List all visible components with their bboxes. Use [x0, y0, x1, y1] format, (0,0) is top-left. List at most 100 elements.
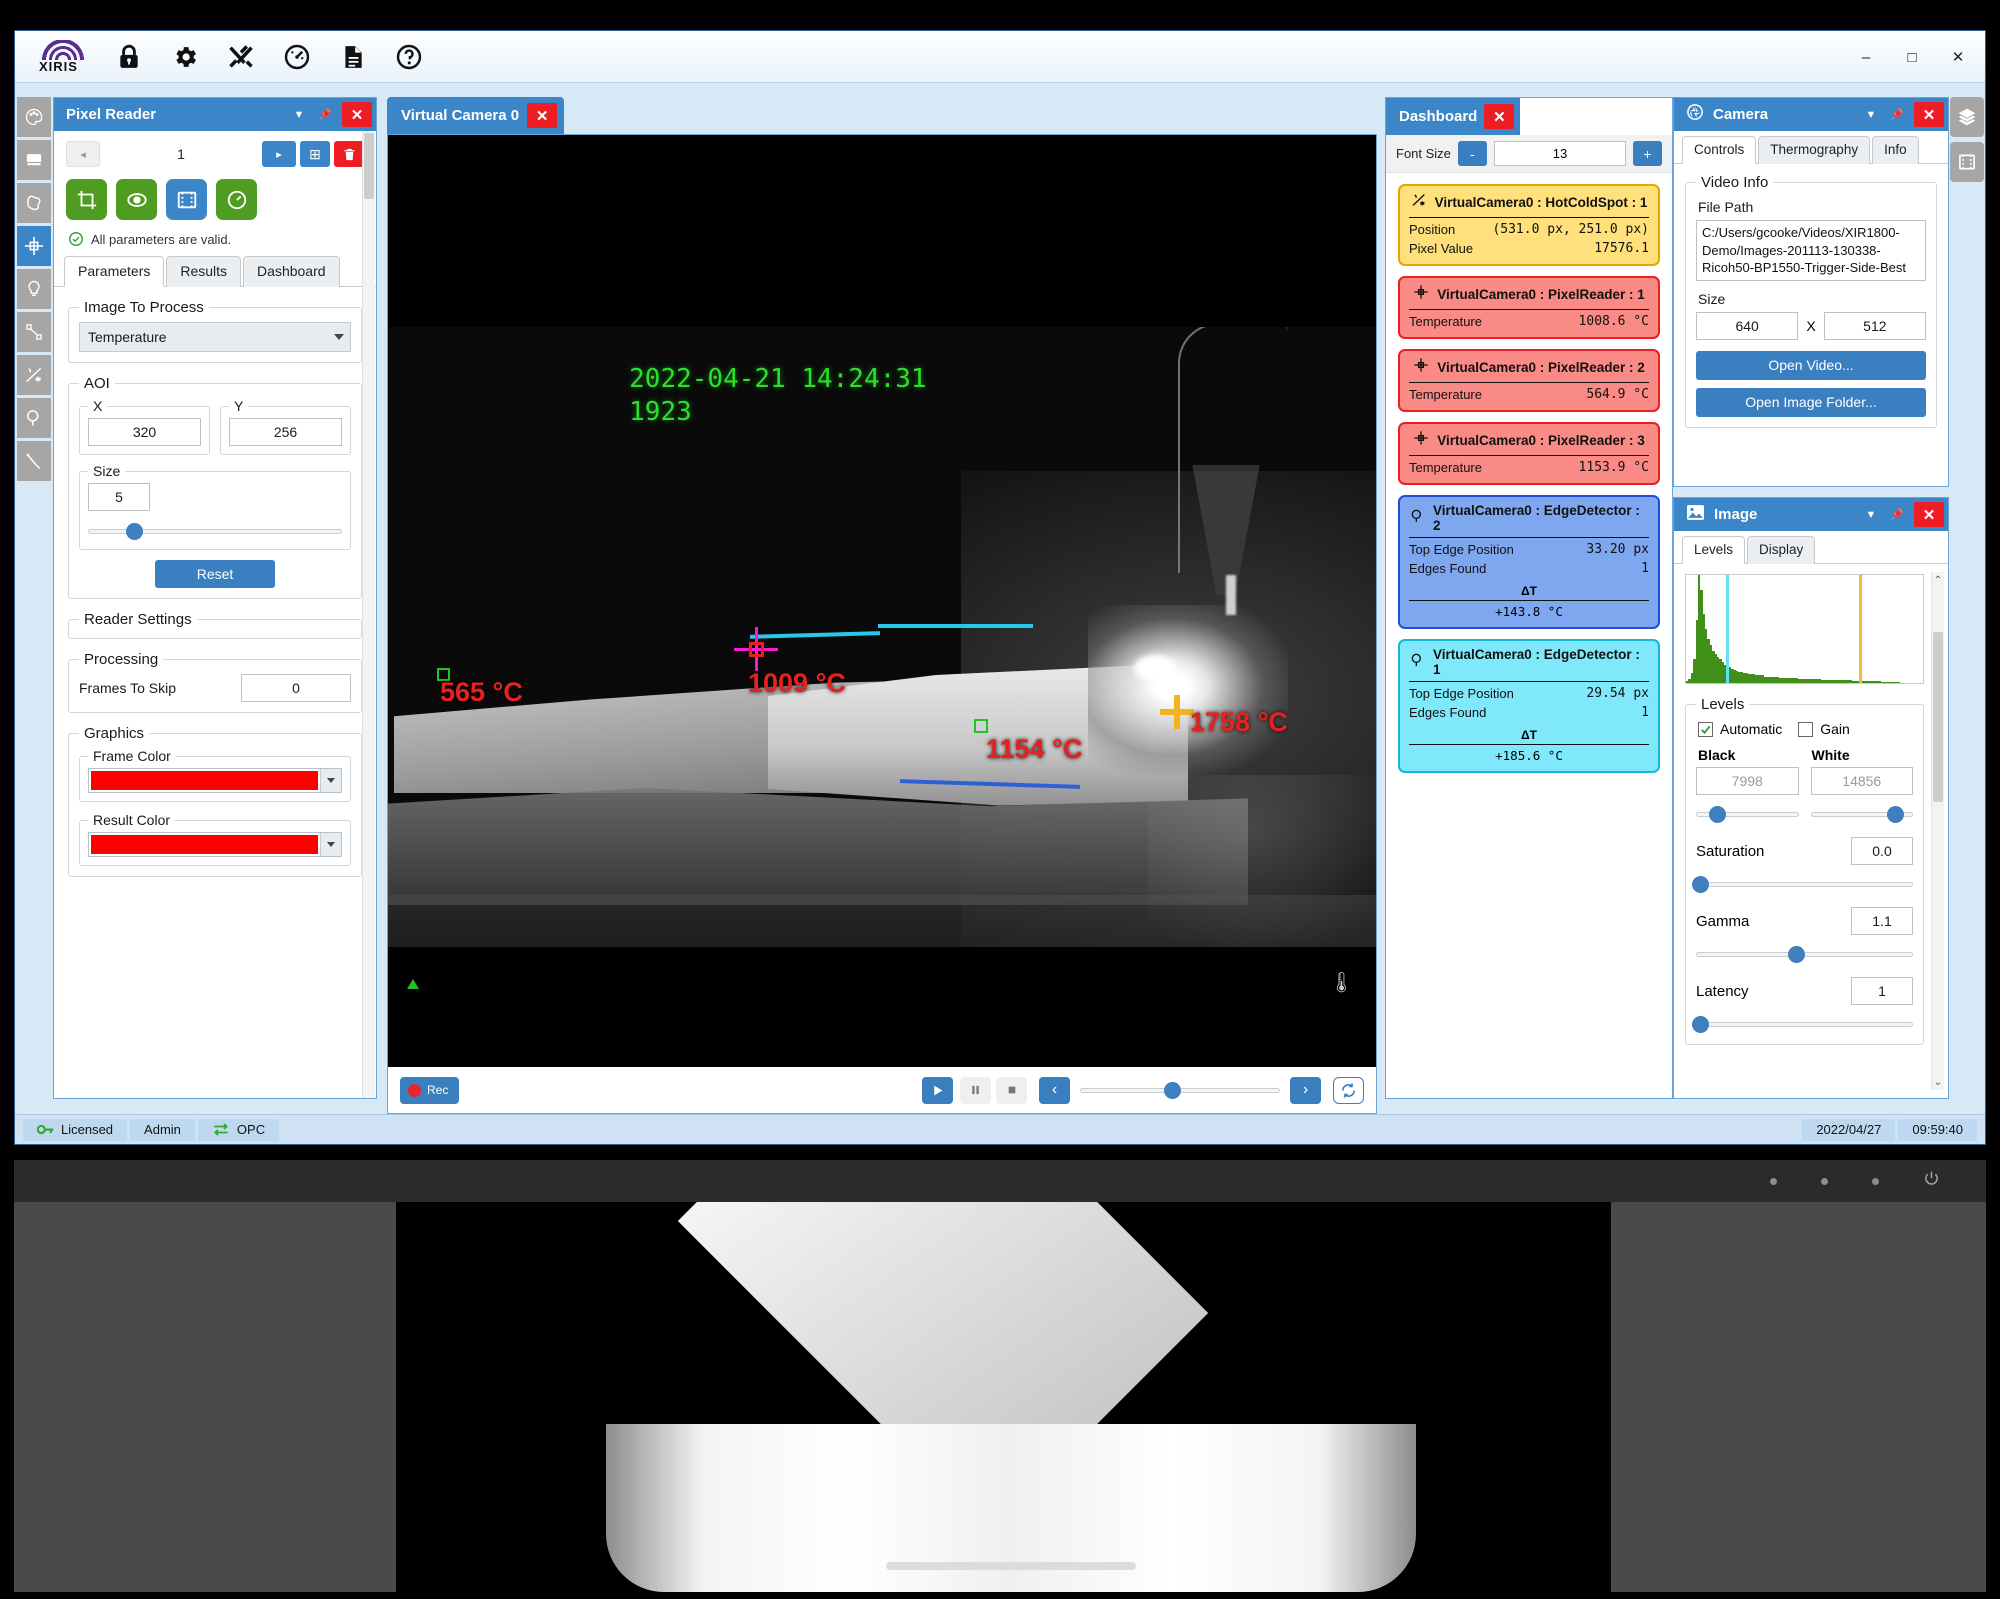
play-button[interactable]: [922, 1076, 953, 1104]
tools-icon[interactable]: [213, 35, 269, 79]
black-input[interactable]: 7998: [1696, 767, 1799, 795]
palette-icon[interactable]: [17, 97, 51, 137]
layers-icon[interactable]: [1950, 97, 1984, 137]
aoi-x-input[interactable]: 320: [88, 418, 201, 446]
pause-button[interactable]: [960, 1076, 991, 1104]
tab-virtual-camera-0[interactable]: Virtual Camera 0 ✕: [387, 97, 565, 134]
status-admin[interactable]: Admin: [130, 1118, 195, 1141]
dashboard-card[interactable]: VirtualCamera0 : PixelReader : 3 Temperat…: [1398, 422, 1660, 485]
measure-icon[interactable]: [17, 312, 51, 352]
power-icon[interactable]: [1923, 1170, 1940, 1192]
gear-icon[interactable]: [157, 35, 213, 79]
dashboard-card[interactable]: VirtualCamera0 : HotColdSpot : 1 Position…: [1398, 184, 1660, 266]
size-height-input[interactable]: 512: [1823, 311, 1926, 340]
aoi-size-input[interactable]: 5: [88, 483, 150, 511]
chevron-down-icon[interactable]: ▼: [1858, 103, 1884, 127]
open-video-button[interactable]: Open Video...: [1696, 350, 1926, 380]
scroll-up-arrow-icon[interactable]: ⌃: [1932, 572, 1944, 588]
dashboard-card[interactable]: VirtualCamera0 : PixelReader : 2 Temperat…: [1398, 349, 1660, 412]
film-icon[interactable]: [1950, 142, 1984, 182]
gamma-input[interactable]: 1.1: [1851, 907, 1913, 935]
histogram-black-marker[interactable]: [1726, 575, 1730, 683]
saturation-input[interactable]: 0.0: [1851, 837, 1913, 865]
white-input[interactable]: 14856: [1810, 767, 1913, 795]
gauge-icon[interactable]: [269, 35, 325, 79]
tab-thermography[interactable]: Thermography: [1758, 136, 1871, 164]
blob-icon[interactable]: [17, 183, 51, 223]
lock-icon[interactable]: [101, 35, 157, 79]
step-forward-button[interactable]: ›: [1290, 1076, 1321, 1104]
stop-button[interactable]: [996, 1076, 1027, 1104]
latency-input[interactable]: 1: [1851, 977, 1913, 1005]
video-viewport[interactable]: 2022-04-21 14:24:31 1923 565 °C 1009 °C …: [388, 135, 1376, 1067]
open-image-folder-button[interactable]: Open Image Folder...: [1696, 387, 1926, 417]
step-back-button[interactable]: ‹: [1039, 1076, 1070, 1104]
size-width-input[interactable]: 640: [1696, 311, 1799, 340]
seek-slider[interactable]: [1080, 1080, 1280, 1100]
saturation-slider[interactable]: [1692, 874, 1913, 894]
histogram-white-marker[interactable]: [1859, 575, 1862, 683]
white-slider[interactable]: [1810, 804, 1913, 824]
record-button[interactable]: Rec: [400, 1076, 460, 1104]
wrench-icon[interactable]: [17, 441, 51, 481]
delete-instance-button[interactable]: [334, 141, 364, 167]
eye-tool-icon[interactable]: [116, 179, 157, 220]
tab-results[interactable]: Results: [166, 256, 242, 287]
chevron-down-icon[interactable]: ▼: [1858, 503, 1884, 527]
frames-to-skip-input[interactable]: 0: [241, 674, 351, 702]
tab-info[interactable]: Info: [1872, 136, 1919, 164]
hotcoldspot-icon[interactable]: [17, 355, 51, 395]
gain-checkbox[interactable]: Gain: [1798, 721, 1850, 737]
document-icon[interactable]: [325, 35, 381, 79]
prev-instance-button[interactable]: ◂: [66, 141, 100, 167]
pin-icon[interactable]: 📌: [312, 103, 338, 127]
aoi-size-slider[interactable]: [88, 521, 342, 541]
tab-dashboard[interactable]: Dashboard: [243, 256, 340, 287]
aoi-y-input[interactable]: 256: [229, 418, 342, 446]
scroll-down-arrow-icon[interactable]: ⌄: [1932, 1074, 1944, 1090]
gamma-slider[interactable]: [1696, 944, 1913, 964]
gauge-tool-icon[interactable]: [216, 179, 257, 220]
loop-button[interactable]: [1333, 1076, 1364, 1104]
result-color-picker[interactable]: [88, 832, 342, 857]
frame-color-picker[interactable]: [88, 768, 342, 793]
crosshair-icon[interactable]: [17, 226, 51, 266]
tab-display[interactable]: Display: [1747, 536, 1816, 564]
book-icon[interactable]: [17, 140, 51, 180]
help-icon[interactable]: [381, 35, 437, 79]
chevron-down-icon[interactable]: [320, 769, 341, 792]
black-slider[interactable]: [1696, 804, 1799, 824]
dashboard-card[interactable]: VirtualCamera0 : EdgeDetector : 1 Top Edg…: [1398, 639, 1660, 773]
crop-tool-icon[interactable]: [66, 179, 107, 220]
reset-button[interactable]: Reset: [155, 560, 275, 588]
font-size-decrease-button[interactable]: -: [1457, 141, 1487, 166]
tab-levels[interactable]: Levels: [1682, 536, 1746, 564]
minimize-button[interactable]: –: [1843, 37, 1889, 77]
status-licensed[interactable]: Licensed: [23, 1118, 128, 1141]
font-size-input[interactable]: 13: [1493, 141, 1626, 166]
status-opc[interactable]: OPC: [197, 1118, 280, 1141]
dashboard-close-button[interactable]: ✕: [1484, 104, 1515, 129]
dashboard-card[interactable]: VirtualCamera0 : PixelReader : 1 Temperat…: [1398, 276, 1660, 339]
tab-dashboard-panel[interactable]: Dashboard ✕: [1386, 98, 1521, 135]
maximize-button[interactable]: □: [1889, 37, 1935, 77]
viewport-tab-close-button[interactable]: ✕: [527, 103, 558, 128]
automatic-checkbox[interactable]: Automatic: [1698, 721, 1782, 737]
tab-parameters[interactable]: Parameters: [64, 256, 165, 287]
pin-icon[interactable]: 📌: [1884, 103, 1910, 127]
file-path-input[interactable]: C:/Users/gcooke/Videos/XIR1800-Demo/Imag…: [1696, 220, 1926, 281]
font-size-increase-button[interactable]: +: [1633, 141, 1662, 166]
camera-close-button[interactable]: ✕: [1914, 102, 1944, 127]
close-button[interactable]: ✕: [1935, 37, 1981, 77]
latency-slider[interactable]: [1692, 1014, 1913, 1034]
dashboard-card[interactable]: VirtualCamera0 : EdgeDetector : 2 Top Edg…: [1398, 495, 1660, 629]
image-panel-scrollbar[interactable]: ⌃ ⌄: [1931, 572, 1944, 1090]
pixel-reader-scrollbar[interactable]: [362, 131, 375, 1098]
next-instance-button[interactable]: ▸: [262, 141, 296, 167]
magnifier-icon[interactable]: [17, 398, 51, 438]
bulb-icon[interactable]: [17, 269, 51, 309]
tab-controls[interactable]: Controls: [1682, 136, 1757, 164]
image-to-process-select[interactable]: Temperature: [79, 322, 351, 352]
chevron-down-icon[interactable]: ▼: [286, 103, 312, 127]
pin-icon[interactable]: 📌: [1884, 503, 1910, 527]
